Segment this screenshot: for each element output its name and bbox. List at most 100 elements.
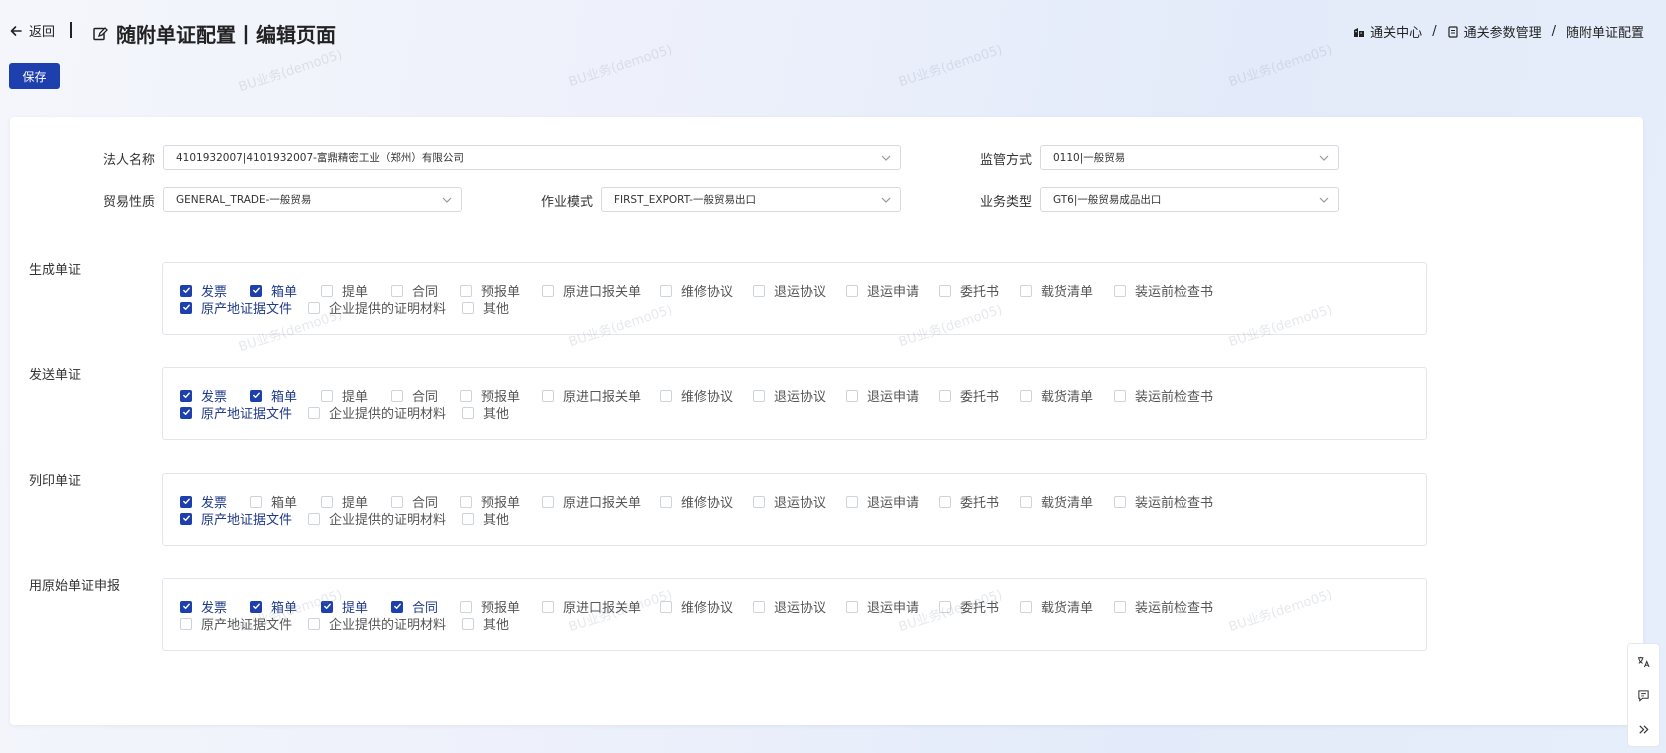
checkbox-box[interactable] — [660, 284, 672, 297]
checkbox-box[interactable] — [180, 389, 192, 402]
checkbox-box[interactable] — [462, 301, 474, 314]
checkbox-box[interactable] — [846, 600, 858, 613]
checkbox-box[interactable] — [391, 495, 403, 508]
doc-checkbox[interactable]: 装运前检查书 — [1114, 281, 1213, 300]
legal-name-select[interactable]: 4101932007|4101932007-富鼎精密工业（郑州）有限公司 — [163, 145, 901, 170]
checkbox-box[interactable] — [460, 389, 472, 402]
doc-checkbox[interactable]: 装运前检查书 — [1114, 492, 1213, 511]
doc-checkbox[interactable]: 退运协议 — [753, 492, 826, 511]
doc-checkbox[interactable]: 企业提供的证明材料 — [308, 614, 446, 633]
doc-checkbox[interactable]: 退运协议 — [753, 281, 826, 300]
checkbox-box[interactable] — [1020, 389, 1032, 402]
doc-checkbox[interactable]: 装运前检查书 — [1114, 597, 1213, 616]
doc-checkbox[interactable]: 载货清单 — [1020, 597, 1093, 616]
supervision-select[interactable]: 0110|一般贸易 — [1040, 145, 1339, 170]
checkbox-box[interactable] — [1114, 495, 1126, 508]
doc-checkbox[interactable]: 委托书 — [939, 597, 999, 616]
checkbox-box[interactable] — [939, 284, 951, 297]
doc-checkbox[interactable]: 退运申请 — [846, 386, 919, 405]
checkbox-box[interactable] — [462, 406, 474, 419]
doc-checkbox[interactable]: 原产地证据文件 — [180, 403, 292, 422]
doc-checkbox[interactable]: 载货清单 — [1020, 281, 1093, 300]
doc-checkbox[interactable]: 载货清单 — [1020, 492, 1093, 511]
checkbox-box[interactable] — [180, 495, 192, 508]
checkbox-box[interactable] — [308, 512, 320, 525]
doc-checkbox[interactable]: 维修协议 — [660, 597, 733, 616]
checkbox-box[interactable] — [660, 600, 672, 613]
checkbox-box[interactable] — [250, 284, 262, 297]
checkbox-box[interactable] — [250, 600, 262, 613]
doc-checkbox[interactable]: 其他 — [462, 509, 509, 528]
checkbox-box[interactable] — [180, 600, 192, 613]
doc-checkbox[interactable]: 其他 — [462, 614, 509, 633]
checkbox-box[interactable] — [308, 617, 320, 630]
double-chevron-right-icon[interactable] — [1637, 722, 1651, 736]
doc-checkbox[interactable]: 原进口报关单 — [542, 386, 641, 405]
checkbox-box[interactable] — [308, 301, 320, 314]
checkbox-box[interactable] — [1114, 600, 1126, 613]
checkbox-box[interactable] — [460, 600, 472, 613]
checkbox-box[interactable] — [939, 495, 951, 508]
doc-checkbox[interactable]: 其他 — [462, 403, 509, 422]
checkbox-box[interactable] — [542, 389, 554, 402]
checkbox-box[interactable] — [391, 600, 403, 613]
checkbox-box[interactable] — [180, 301, 192, 314]
checkbox-box[interactable] — [846, 389, 858, 402]
checkbox-box[interactable] — [1114, 284, 1126, 297]
checkbox-box[interactable] — [1020, 284, 1032, 297]
checkbox-box[interactable] — [753, 284, 765, 297]
doc-checkbox[interactable]: 维修协议 — [660, 492, 733, 511]
checkbox-box[interactable] — [180, 617, 192, 630]
doc-checkbox[interactable]: 退运申请 — [846, 597, 919, 616]
message-icon[interactable] — [1637, 688, 1651, 702]
doc-checkbox[interactable]: 原进口报关单 — [542, 492, 641, 511]
checkbox-box[interactable] — [753, 495, 765, 508]
doc-checkbox[interactable]: 企业提供的证明材料 — [308, 298, 446, 317]
checkbox-box[interactable] — [391, 284, 403, 297]
doc-checkbox[interactable]: 退运申请 — [846, 281, 919, 300]
checkbox-box[interactable] — [753, 389, 765, 402]
doc-checkbox[interactable]: 原进口报关单 — [542, 597, 641, 616]
doc-checkbox[interactable]: 退运申请 — [846, 492, 919, 511]
checkbox-box[interactable] — [542, 600, 554, 613]
checkbox-box[interactable] — [321, 284, 333, 297]
trade-nature-select[interactable]: GENERAL_TRADE-一般贸易 — [163, 187, 462, 212]
doc-checkbox[interactable]: 装运前检查书 — [1114, 386, 1213, 405]
checkbox-box[interactable] — [660, 389, 672, 402]
checkbox-box[interactable] — [250, 389, 262, 402]
checkbox-box[interactable] — [391, 389, 403, 402]
checkbox-box[interactable] — [542, 495, 554, 508]
checkbox-box[interactable] — [308, 406, 320, 419]
checkbox-box[interactable] — [846, 495, 858, 508]
checkbox-box[interactable] — [321, 495, 333, 508]
checkbox-box[interactable] — [460, 495, 472, 508]
checkbox-box[interactable] — [1114, 389, 1126, 402]
checkbox-box[interactable] — [939, 600, 951, 613]
checkbox-box[interactable] — [250, 495, 262, 508]
doc-checkbox[interactable]: 企业提供的证明材料 — [308, 509, 446, 528]
doc-checkbox[interactable]: 其他 — [462, 298, 509, 317]
back-link[interactable]: 返回 — [9, 21, 55, 40]
checkbox-box[interactable] — [180, 512, 192, 525]
doc-checkbox[interactable]: 原产地证据文件 — [180, 298, 292, 317]
doc-checkbox[interactable]: 原进口报关单 — [542, 281, 641, 300]
checkbox-box[interactable] — [1020, 600, 1032, 613]
checkbox-box[interactable] — [321, 600, 333, 613]
checkbox-box[interactable] — [1020, 495, 1032, 508]
doc-checkbox[interactable]: 委托书 — [939, 386, 999, 405]
doc-checkbox[interactable]: 退运协议 — [753, 597, 826, 616]
checkbox-box[interactable] — [462, 512, 474, 525]
doc-checkbox[interactable]: 维修协议 — [660, 281, 733, 300]
breadcrumb-item-customs-center[interactable]: 通关中心 — [1353, 22, 1422, 41]
doc-checkbox[interactable]: 维修协议 — [660, 386, 733, 405]
checkbox-box[interactable] — [180, 284, 192, 297]
checkbox-box[interactable] — [660, 495, 672, 508]
checkbox-box[interactable] — [462, 617, 474, 630]
doc-checkbox[interactable]: 退运协议 — [753, 386, 826, 405]
checkbox-box[interactable] — [180, 406, 192, 419]
doc-checkbox[interactable]: 原产地证据文件 — [180, 509, 292, 528]
translate-icon[interactable] — [1637, 654, 1651, 668]
checkbox-box[interactable] — [846, 284, 858, 297]
checkbox-box[interactable] — [939, 389, 951, 402]
checkbox-box[interactable] — [460, 284, 472, 297]
